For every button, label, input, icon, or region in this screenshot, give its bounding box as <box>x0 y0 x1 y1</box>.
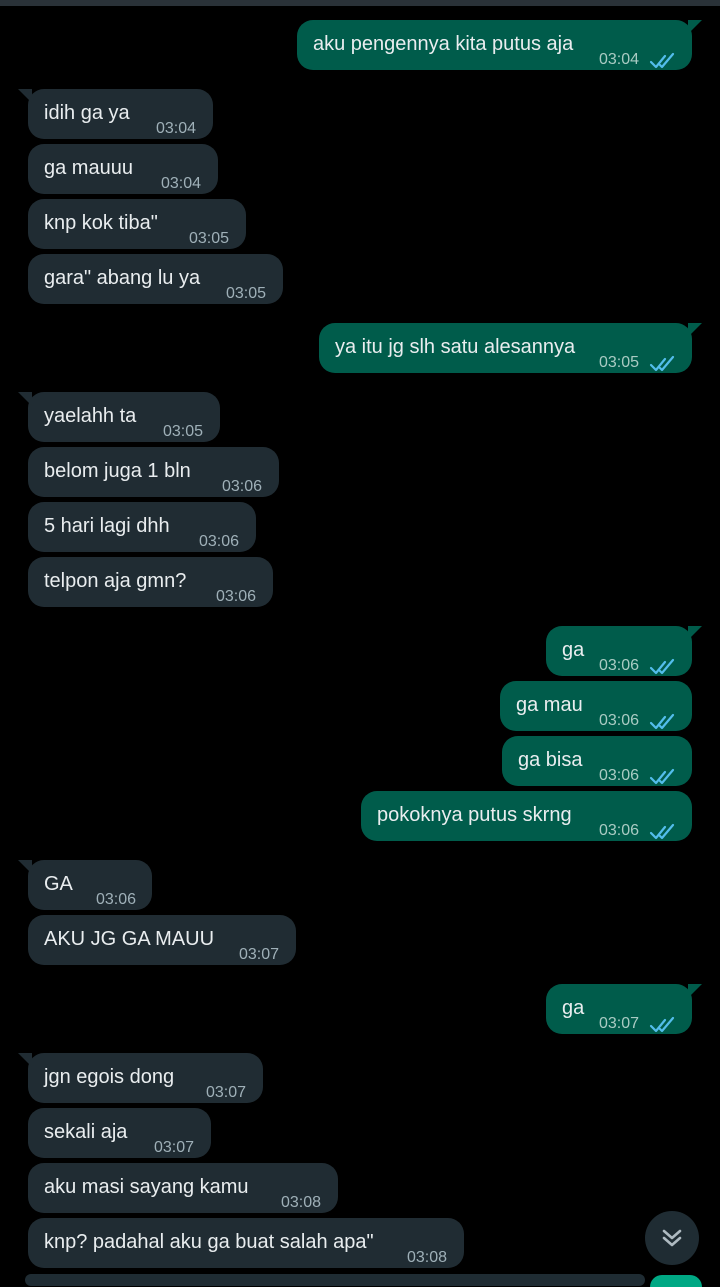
incoming-message[interactable]: yaelahh ta 03:05 <box>18 392 220 442</box>
double-check-icon <box>649 355 675 372</box>
message-time: 03:06 <box>222 478 263 495</box>
bubble-tail <box>688 626 702 640</box>
double-check-icon <box>649 1016 675 1033</box>
message-time: 03:04 <box>599 51 640 68</box>
message-text: telpon aja gmn? <box>44 570 187 592</box>
bubble-tail <box>688 984 702 998</box>
double-chevron-down-icon <box>662 1229 682 1247</box>
message-text: ga <box>562 997 585 1019</box>
double-check-icon <box>649 713 675 730</box>
message-text: aku masi sayang kamu <box>44 1176 249 1198</box>
double-check-icon <box>649 52 675 69</box>
outgoing-message[interactable]: ga mau 03:06 <box>500 681 692 731</box>
message-time: 03:04 <box>161 175 202 192</box>
message-text: knp kok tiba" <box>44 212 158 234</box>
outgoing-message[interactable]: pokoknya putus skrng 03:06 <box>361 791 692 841</box>
incoming-message[interactable]: sekali aja 03:07 <box>28 1108 211 1158</box>
message-time: 03:07 <box>154 1139 195 1156</box>
incoming-message[interactable]: GA 03:06 <box>18 860 152 910</box>
scroll-to-bottom-button[interactable] <box>645 1211 699 1265</box>
outgoing-message[interactable]: ga 03:06 <box>546 626 702 676</box>
message-time: 03:07 <box>206 1084 247 1101</box>
incoming-message[interactable]: knp kok tiba" 03:05 <box>28 199 246 249</box>
message-time: 03:04 <box>156 120 197 137</box>
double-check-icon <box>649 823 675 840</box>
message-text: jgn egois dong <box>44 1066 175 1088</box>
message-text: gara" abang lu ya <box>44 267 201 289</box>
outgoing-message[interactable]: ga 03:07 <box>546 984 702 1034</box>
message-text: ya itu jg slh satu alesannya <box>335 336 576 358</box>
message-time: 03:06 <box>599 822 640 839</box>
message-text: ga bisa <box>518 749 583 771</box>
bubble-tail <box>18 392 32 406</box>
chat-message-list[interactable]: aku pengennya kita putus aja 03:04 idih … <box>0 0 720 1280</box>
bubble-tail <box>18 1053 32 1067</box>
message-time: 03:06 <box>199 533 240 550</box>
incoming-message[interactable]: telpon aja gmn? 03:06 <box>28 557 273 607</box>
message-text: 5 hari lagi dhh <box>44 515 170 537</box>
message-time: 03:06 <box>96 891 137 908</box>
message-text: ga mauuu <box>44 157 133 179</box>
message-time: 03:05 <box>226 285 267 302</box>
message-text: idih ga ya <box>44 102 130 124</box>
message-time: 03:05 <box>599 354 640 371</box>
incoming-message[interactable]: ga mauuu 03:04 <box>28 144 218 194</box>
message-time: 03:05 <box>189 230 230 247</box>
message-text: pokoknya putus skrng <box>377 804 572 826</box>
double-check-icon <box>649 768 675 785</box>
message-time: 03:08 <box>281 1194 322 1211</box>
message-text: sekali aja <box>44 1121 128 1143</box>
message-text: ga <box>562 639 585 661</box>
message-text: GA <box>44 873 73 895</box>
message-time: 03:07 <box>239 946 280 963</box>
incoming-message[interactable]: gara" abang lu ya 03:05 <box>28 254 283 304</box>
incoming-message[interactable]: knp? padahal aku ga buat salah apa" 03:0… <box>28 1218 464 1268</box>
outgoing-message[interactable]: ga bisa 03:06 <box>502 736 692 786</box>
bubble-tail <box>688 20 702 34</box>
bubble-tail <box>18 89 32 103</box>
incoming-message[interactable]: AKU JG GA MAUU 03:07 <box>28 915 296 965</box>
message-text: aku pengennya kita putus aja <box>313 33 574 55</box>
incoming-message[interactable]: 5 hari lagi dhh 03:06 <box>28 502 256 552</box>
message-time: 03:08 <box>407 1249 448 1266</box>
message-text: ga mau <box>516 694 583 716</box>
message-text: knp? padahal aku ga buat salah apa" <box>44 1231 374 1253</box>
message-input-bar[interactable] <box>25 1274 645 1286</box>
mic-button[interactable] <box>650 1275 702 1287</box>
double-check-icon <box>649 658 675 675</box>
message-text: AKU JG GA MAUU <box>44 928 215 950</box>
incoming-message[interactable]: idih ga ya 03:04 <box>18 89 213 139</box>
message-time: 03:06 <box>599 767 640 784</box>
message-time: 03:05 <box>163 423 204 440</box>
incoming-message[interactable]: belom juga 1 bln 03:06 <box>28 447 279 497</box>
message-time: 03:06 <box>216 588 257 605</box>
outgoing-message[interactable]: ya itu jg slh satu alesannya 03:05 <box>319 323 702 373</box>
bubble-tail <box>688 323 702 337</box>
message-time: 03:06 <box>599 657 640 674</box>
incoming-message[interactable]: aku masi sayang kamu 03:08 <box>28 1163 338 1213</box>
bubble-tail <box>18 860 32 874</box>
message-time: 03:07 <box>599 1015 640 1032</box>
outgoing-message[interactable]: aku pengennya kita putus aja 03:04 <box>297 20 702 70</box>
message-time: 03:06 <box>599 712 640 729</box>
message-text: belom juga 1 bln <box>44 460 191 482</box>
message-text: yaelahh ta <box>44 405 137 427</box>
incoming-message[interactable]: jgn egois dong 03:07 <box>18 1053 263 1103</box>
